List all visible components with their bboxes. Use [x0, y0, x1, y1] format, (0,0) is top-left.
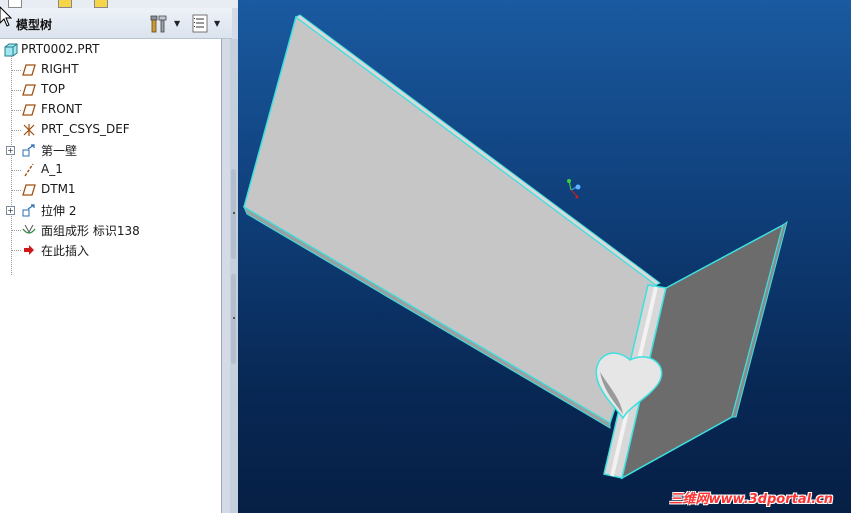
tree-item-label: DTM1 [41, 182, 76, 196]
tree-item-extrude-2[interactable]: + 拉伸 2 [0, 200, 221, 220]
tree-item-label: 面组成形 标识138 [41, 224, 140, 238]
cursor-arrow-icon [0, 6, 13, 27]
first-wall-face [243, 15, 657, 425]
tree-item-top[interactable]: TOP [0, 80, 221, 100]
tree-item-first-wall[interactable]: + 第一壁 [0, 140, 221, 160]
tree-connector [11, 170, 21, 171]
chevron-down-icon: ▼ [214, 19, 221, 28]
tree-item-label: RIGHT [41, 62, 79, 76]
tree-connector [11, 130, 21, 131]
tree-connector [11, 230, 21, 231]
model-tree-list: PRT0002.PRT RIGHT TOP FRONT PRT_CSYS_DEF [0, 39, 222, 513]
splitter-grip[interactable] [231, 274, 236, 364]
tree-item-quilt-form[interactable]: 面组成形 标识138 [0, 220, 221, 240]
expand-icon[interactable]: + [6, 146, 15, 155]
tree-item-label: A_1 [41, 162, 63, 176]
part-icon [4, 43, 18, 57]
tree-settings-button[interactable]: ▼ [150, 14, 182, 34]
csys-icon [23, 124, 35, 136]
chevron-down-icon: ▼ [174, 19, 181, 28]
expand-icon[interactable]: + [6, 206, 15, 215]
sheetmetal-wall-icon [22, 204, 35, 217]
tree-show-button[interactable]: ▼ [190, 14, 224, 34]
tree-item-label: FRONT [41, 102, 82, 116]
tree-item-right[interactable]: RIGHT [0, 60, 221, 80]
form-icon [22, 224, 36, 234]
sheetmetal-wall-icon [22, 144, 35, 157]
datum-axis-icon [24, 163, 34, 177]
tree-item-label: TOP [41, 82, 66, 96]
tree-item-prt-csys-def[interactable]: PRT_CSYS_DEF [0, 120, 221, 140]
model-tree-header: 模型树 ▼ ▼ [0, 6, 232, 39]
list-icon [192, 14, 208, 33]
tree-connector [11, 190, 21, 191]
datum-plane-icon [22, 184, 36, 196]
tree-item-prt0002[interactable]: PRT0002.PRT [0, 40, 221, 60]
insert-arrow-icon [24, 245, 34, 255]
tree-item-front[interactable]: FRONT [0, 100, 221, 120]
tree-connector [11, 110, 21, 111]
model-tree-panel: 模型树 ▼ ▼ PRT0002.PRT RIGHT TOP FRONT PRT_… [0, 0, 238, 513]
datum-plane-icon [22, 64, 36, 76]
tree-connector [11, 90, 21, 91]
tree-item-a-1[interactable]: A_1 [0, 160, 221, 180]
tools-icon [150, 15, 167, 33]
datum-plane-icon [22, 104, 36, 116]
model-tree-title: 模型树 [16, 18, 53, 32]
favorites-tab-icon[interactable] [94, 0, 108, 8]
graphics-viewport[interactable]: 三维网www.3dportal.cn [238, 0, 851, 513]
grip-dot [233, 212, 235, 214]
csys-triad [567, 179, 581, 199]
sheetmetal-model [242, 14, 788, 480]
folder-browser-tab-icon[interactable] [58, 0, 72, 8]
tree-item-label: PRT_CSYS_DEF [41, 122, 130, 136]
tree-item-label: 在此插入 [41, 244, 90, 258]
tree-connector [11, 250, 21, 251]
tree-connector [11, 70, 21, 71]
tree-item-dtm1[interactable]: DTM1 [0, 180, 221, 200]
watermark-text: 三维网www.3dportal.cn [669, 492, 833, 507]
tree-item-label: 第一壁 [41, 144, 78, 158]
panel-splitter[interactable] [230, 39, 238, 513]
datum-plane-icon [22, 84, 36, 96]
tree-item-label: PRT0002.PRT [21, 42, 100, 56]
tree-item-insert-here[interactable]: 在此插入 [0, 240, 221, 260]
splitter-grip[interactable] [231, 169, 236, 259]
navigator-tab-strip [0, 0, 238, 8]
grip-dot [233, 317, 235, 319]
tree-item-label: 拉伸 2 [41, 204, 77, 218]
